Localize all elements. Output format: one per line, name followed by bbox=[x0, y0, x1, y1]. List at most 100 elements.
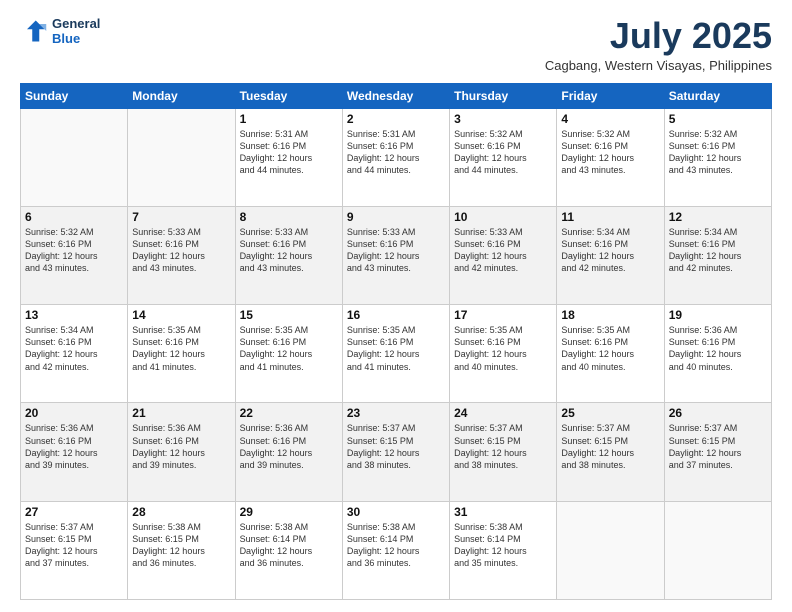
day-number: 27 bbox=[25, 505, 123, 519]
calendar-cell: 5 Sunrise: 5:32 AM Sunset: 6:16 PM Daylig… bbox=[664, 108, 771, 206]
day-number: 21 bbox=[132, 406, 230, 420]
day-info: Sunrise: 5:37 AM Sunset: 6:15 PM Dayligh… bbox=[561, 422, 659, 471]
logo: General Blue bbox=[20, 16, 100, 46]
day-info: Sunrise: 5:31 AM Sunset: 6:16 PM Dayligh… bbox=[347, 128, 445, 177]
calendar-cell bbox=[21, 108, 128, 206]
day-number: 16 bbox=[347, 308, 445, 322]
day-number: 6 bbox=[25, 210, 123, 224]
calendar-week-row: 20Sunrise: 5:36 AM Sunset: 6:16 PM Dayli… bbox=[21, 403, 772, 501]
day-number: 18 bbox=[561, 308, 659, 322]
day-info: Sunrise: 5:33 AM Sunset: 6:16 PM Dayligh… bbox=[347, 226, 445, 275]
calendar-cell: 19Sunrise: 5:36 AM Sunset: 6:16 PM Dayli… bbox=[664, 305, 771, 403]
day-info: Sunrise: 5:37 AM Sunset: 6:15 PM Dayligh… bbox=[25, 521, 123, 570]
calendar-cell: 29 Sunrise: 5:38 AM Sunset: 6:14 PM Dayli… bbox=[235, 501, 342, 599]
day-info: Sunrise: 5:38 AM Sunset: 6:14 PM Dayligh… bbox=[240, 521, 338, 570]
calendar-cell: 16 Sunrise: 5:35 AM Sunset: 6:16 PM Dayli… bbox=[342, 305, 449, 403]
day-number: 29 bbox=[240, 505, 338, 519]
calendar-cell: 25 Sunrise: 5:37 AM Sunset: 6:15 PM Dayli… bbox=[557, 403, 664, 501]
calendar-week-row: 13 Sunrise: 5:34 AM Sunset: 6:16 PM Dayli… bbox=[21, 305, 772, 403]
day-number: 17 bbox=[454, 308, 552, 322]
calendar-cell: 10 Sunrise: 5:33 AM Sunset: 6:16 PM Dayli… bbox=[450, 206, 557, 304]
calendar-week-row: 6 Sunrise: 5:32 AM Sunset: 6:16 PM Daylig… bbox=[21, 206, 772, 304]
day-info: Sunrise: 5:34 AM Sunset: 6:16 PM Dayligh… bbox=[669, 226, 767, 275]
calendar-cell: 22 Sunrise: 5:36 AM Sunset: 6:16 PM Dayli… bbox=[235, 403, 342, 501]
day-number: 30 bbox=[347, 505, 445, 519]
day-info: Sunrise: 5:33 AM Sunset: 6:16 PM Dayligh… bbox=[132, 226, 230, 275]
calendar-cell: 27 Sunrise: 5:37 AM Sunset: 6:15 PM Dayli… bbox=[21, 501, 128, 599]
day-info: Sunrise: 5:31 AM Sunset: 6:16 PM Dayligh… bbox=[240, 128, 338, 177]
calendar-cell: 15Sunrise: 5:35 AM Sunset: 6:16 PM Dayli… bbox=[235, 305, 342, 403]
calendar-week-row: 1 Sunrise: 5:31 AM Sunset: 6:16 PM Daylig… bbox=[21, 108, 772, 206]
calendar-cell: 20Sunrise: 5:36 AM Sunset: 6:16 PM Dayli… bbox=[21, 403, 128, 501]
day-number: 3 bbox=[454, 112, 552, 126]
day-number: 5 bbox=[669, 112, 767, 126]
day-number: 1 bbox=[240, 112, 338, 126]
day-info: Sunrise: 5:38 AM Sunset: 6:14 PM Dayligh… bbox=[347, 521, 445, 570]
day-number: 23 bbox=[347, 406, 445, 420]
calendar-cell bbox=[128, 108, 235, 206]
calendar-cell: 31Sunrise: 5:38 AM Sunset: 6:14 PM Dayli… bbox=[450, 501, 557, 599]
day-info: Sunrise: 5:32 AM Sunset: 6:16 PM Dayligh… bbox=[669, 128, 767, 177]
calendar-cell: 3 Sunrise: 5:32 AM Sunset: 6:16 PM Daylig… bbox=[450, 108, 557, 206]
calendar-cell bbox=[664, 501, 771, 599]
logo-icon bbox=[20, 17, 48, 45]
day-number: 14 bbox=[132, 308, 230, 322]
day-info: Sunrise: 5:32 AM Sunset: 6:16 PM Dayligh… bbox=[454, 128, 552, 177]
calendar-cell bbox=[557, 501, 664, 599]
day-number: 22 bbox=[240, 406, 338, 420]
day-info: Sunrise: 5:36 AM Sunset: 6:16 PM Dayligh… bbox=[25, 422, 123, 471]
calendar-cell: 1 Sunrise: 5:31 AM Sunset: 6:16 PM Daylig… bbox=[235, 108, 342, 206]
day-number: 4 bbox=[561, 112, 659, 126]
day-info: Sunrise: 5:35 AM Sunset: 6:16 PM Dayligh… bbox=[240, 324, 338, 373]
calendar-cell: 17 Sunrise: 5:35 AM Sunset: 6:16 PM Dayli… bbox=[450, 305, 557, 403]
calendar-week-row: 27 Sunrise: 5:37 AM Sunset: 6:15 PM Dayli… bbox=[21, 501, 772, 599]
calendar-cell: 12 Sunrise: 5:34 AM Sunset: 6:16 PM Dayli… bbox=[664, 206, 771, 304]
day-number: 8 bbox=[240, 210, 338, 224]
title-area: July 2025 Cagbang, Western Visayas, Phil… bbox=[545, 16, 772, 73]
day-number: 7 bbox=[132, 210, 230, 224]
day-number: 11 bbox=[561, 210, 659, 224]
calendar-cell: 13 Sunrise: 5:34 AM Sunset: 6:16 PM Dayli… bbox=[21, 305, 128, 403]
logo-text: General Blue bbox=[52, 16, 100, 46]
day-info: Sunrise: 5:37 AM Sunset: 6:15 PM Dayligh… bbox=[454, 422, 552, 471]
calendar-cell: 7 Sunrise: 5:33 AM Sunset: 6:16 PM Daylig… bbox=[128, 206, 235, 304]
day-info: Sunrise: 5:33 AM Sunset: 6:16 PM Dayligh… bbox=[454, 226, 552, 275]
calendar-cell: 23Sunrise: 5:37 AM Sunset: 6:15 PM Dayli… bbox=[342, 403, 449, 501]
calendar-cell: 11Sunrise: 5:34 AM Sunset: 6:16 PM Dayli… bbox=[557, 206, 664, 304]
day-number: 10 bbox=[454, 210, 552, 224]
day-info: Sunrise: 5:33 AM Sunset: 6:16 PM Dayligh… bbox=[240, 226, 338, 275]
weekday-header: Monday bbox=[128, 83, 235, 108]
weekday-header: Thursday bbox=[450, 83, 557, 108]
calendar-cell: 21 Sunrise: 5:36 AM Sunset: 6:16 PM Dayli… bbox=[128, 403, 235, 501]
day-info: Sunrise: 5:38 AM Sunset: 6:15 PM Dayligh… bbox=[132, 521, 230, 570]
day-number: 13 bbox=[25, 308, 123, 322]
calendar-cell: 26Sunrise: 5:37 AM Sunset: 6:15 PM Dayli… bbox=[664, 403, 771, 501]
calendar-header-row: SundayMondayTuesdayWednesdayThursdayFrid… bbox=[21, 83, 772, 108]
day-number: 25 bbox=[561, 406, 659, 420]
day-info: Sunrise: 5:35 AM Sunset: 6:16 PM Dayligh… bbox=[454, 324, 552, 373]
day-info: Sunrise: 5:32 AM Sunset: 6:16 PM Dayligh… bbox=[25, 226, 123, 275]
calendar-cell: 9 Sunrise: 5:33 AM Sunset: 6:16 PM Daylig… bbox=[342, 206, 449, 304]
calendar-cell: 28 Sunrise: 5:38 AM Sunset: 6:15 PM Dayli… bbox=[128, 501, 235, 599]
calendar-cell: 2Sunrise: 5:31 AM Sunset: 6:16 PM Daylig… bbox=[342, 108, 449, 206]
weekday-header: Tuesday bbox=[235, 83, 342, 108]
day-info: Sunrise: 5:36 AM Sunset: 6:16 PM Dayligh… bbox=[132, 422, 230, 471]
day-number: 12 bbox=[669, 210, 767, 224]
calendar-cell: 6 Sunrise: 5:32 AM Sunset: 6:16 PM Daylig… bbox=[21, 206, 128, 304]
day-info: Sunrise: 5:32 AM Sunset: 6:16 PM Dayligh… bbox=[561, 128, 659, 177]
calendar-cell: 4 Sunrise: 5:32 AM Sunset: 6:16 PM Daylig… bbox=[557, 108, 664, 206]
day-info: Sunrise: 5:35 AM Sunset: 6:16 PM Dayligh… bbox=[561, 324, 659, 373]
day-info: Sunrise: 5:35 AM Sunset: 6:16 PM Dayligh… bbox=[347, 324, 445, 373]
header: General Blue July 2025 Cagbang, Western … bbox=[20, 16, 772, 73]
day-number: 19 bbox=[669, 308, 767, 322]
calendar-table: SundayMondayTuesdayWednesdayThursdayFrid… bbox=[20, 83, 772, 600]
weekday-header: Sunday bbox=[21, 83, 128, 108]
page: General Blue July 2025 Cagbang, Western … bbox=[0, 0, 792, 612]
day-info: Sunrise: 5:37 AM Sunset: 6:15 PM Dayligh… bbox=[669, 422, 767, 471]
day-info: Sunrise: 5:35 AM Sunset: 6:16 PM Dayligh… bbox=[132, 324, 230, 373]
day-info: Sunrise: 5:36 AM Sunset: 6:16 PM Dayligh… bbox=[240, 422, 338, 471]
day-number: 28 bbox=[132, 505, 230, 519]
day-number: 9 bbox=[347, 210, 445, 224]
day-info: Sunrise: 5:34 AM Sunset: 6:16 PM Dayligh… bbox=[25, 324, 123, 373]
calendar-cell: 24Sunrise: 5:37 AM Sunset: 6:15 PM Dayli… bbox=[450, 403, 557, 501]
